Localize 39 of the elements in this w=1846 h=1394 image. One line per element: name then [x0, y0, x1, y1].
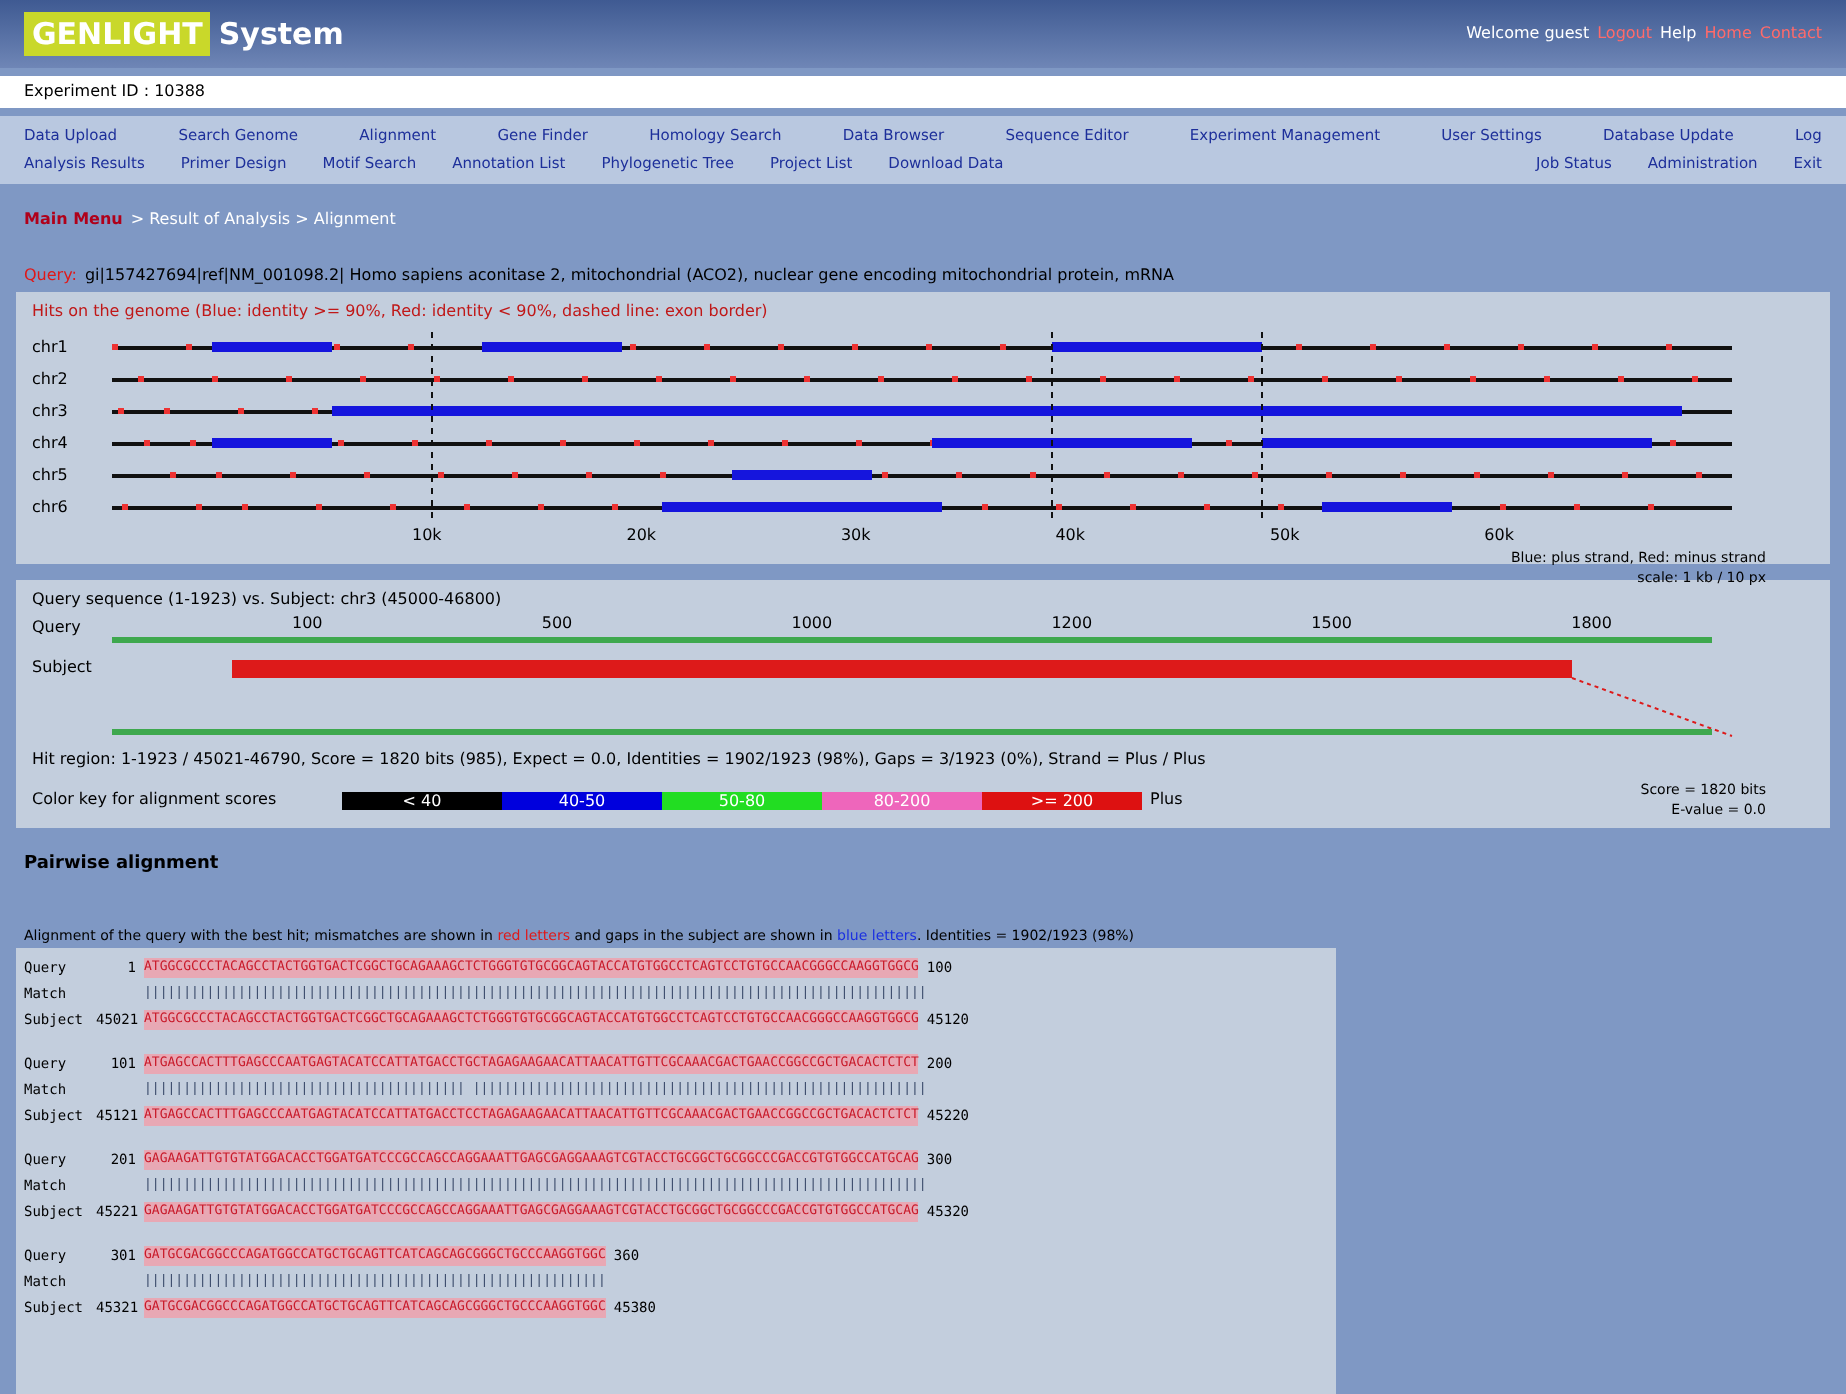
- axis-tick-label: 30k: [840, 523, 871, 547]
- legend-text: Plus: [1150, 788, 1183, 812]
- legend-label: Color key for alignment scores: [32, 788, 279, 812]
- axis-tick-label: 10k: [412, 523, 442, 547]
- color-key-swatch: 50-80: [662, 791, 822, 809]
- track-label: chr1: [32, 335, 70, 359]
- query-text: gi|157427694|ref|NM_001098.2| Homo sapiens aconitase 2, mitochondrial (ACO2), nuclear gene encoding mitochondrial protein, mRNA: [84, 263, 1175, 287]
- axis-tick-label: 1000: [791, 611, 833, 635]
- logo-text: System: [218, 13, 344, 56]
- sequence-label: Subject: [32, 655, 94, 679]
- axis-tick-label: 1200: [1051, 611, 1093, 635]
- axis-tick-label: 20k: [626, 523, 657, 547]
- panel-caption: Hits on the genome (Blue: identity >= 90%, Red: identity < 90%, dashed line: exon border): [32, 299, 770, 323]
- panel-caption: Query sequence (1-1923) vs. Subject: chr3 (45000-46800): [32, 587, 504, 611]
- color-key-swatch: >= 200: [982, 791, 1142, 809]
- axis-tick-label: 100: [292, 611, 323, 635]
- breadcrumb-text: > Result of Analysis > Alignment: [130, 207, 396, 231]
- section-heading: Pairwise alignment: [22, 851, 221, 877]
- axis-tick-label: 500: [541, 611, 573, 635]
- track-label: chr5: [32, 463, 70, 487]
- axis-tick-label: 1800: [1571, 611, 1612, 635]
- track-label: chr2: [32, 367, 70, 391]
- axis-tick-label: 40k: [1055, 523, 1086, 547]
- score-line: Hit region: 1-1923 / 45021-46790, Score = 1820 bits (985), Expect = 0.0, Identities = 1902/1923 (98%), Gaps = 3/1923 (0%), Strand = Plus / Plus: [32, 747, 1208, 771]
- track-label: chr3: [32, 399, 70, 423]
- axis-tick-label: 1500: [1311, 611, 1353, 635]
- track-label: chr4: [32, 431, 70, 455]
- header-text: Help: [1660, 22, 1697, 46]
- info-bar: Experiment ID : 10388: [0, 76, 1846, 108]
- query-label: Query:: [24, 263, 77, 287]
- header-text: Welcome guest: [1466, 22, 1590, 46]
- logo-mark: GENLIGHT: [24, 11, 211, 57]
- axis-tick-label: 50k: [1269, 523, 1300, 547]
- color-key-swatch: < 40: [342, 791, 502, 809]
- color-key-swatch: 40-50: [502, 791, 662, 809]
- color-key-swatch: 80-200: [822, 791, 982, 809]
- track-label: chr6: [32, 495, 70, 519]
- axis-tick-label: 60k: [1484, 523, 1514, 547]
- sequence-label: Query: [32, 615, 83, 639]
